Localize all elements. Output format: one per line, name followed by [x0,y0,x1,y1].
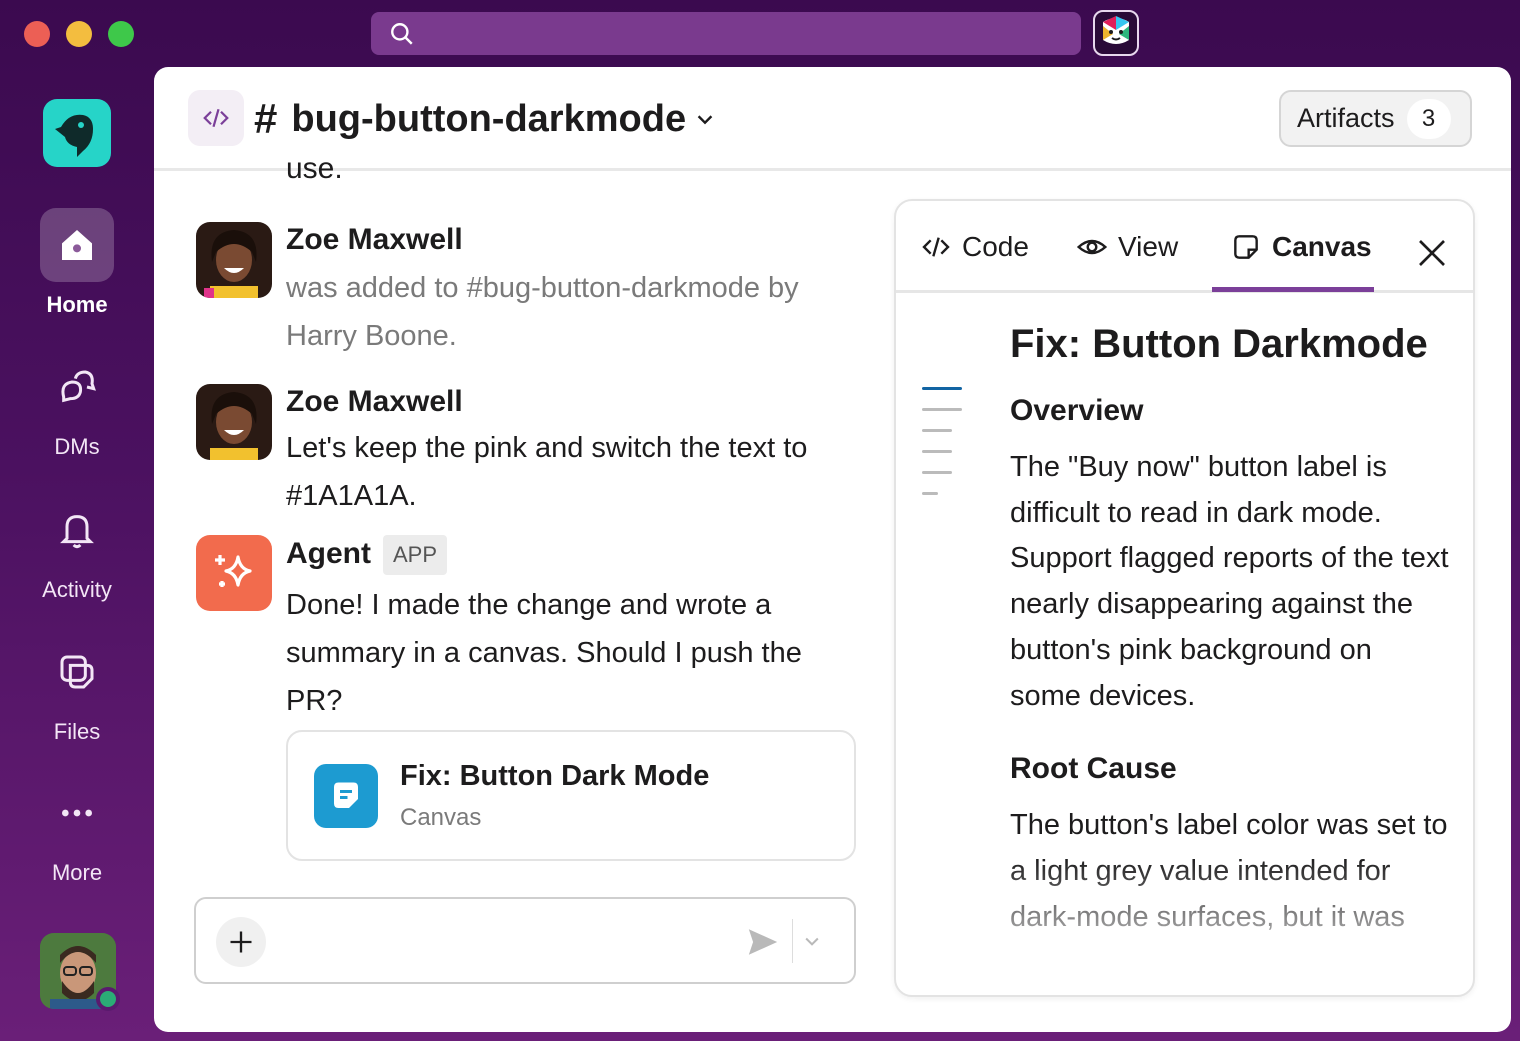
previous-message-tail: use. [286,152,343,181]
canvas-file-icon [314,764,378,828]
zoe-avatar-image [196,222,272,298]
agent-avatar[interactable] [196,535,272,611]
minimize-window-button[interactable] [66,21,92,47]
tab-canvas[interactable]: Canvas [1230,231,1372,263]
workspace-logo[interactable] [43,99,111,167]
sidebar-item-label: Activity [42,577,112,602]
close-window-button[interactable] [24,21,50,47]
add-attachment-button[interactable] [216,917,266,967]
sparkle-icon [215,555,252,587]
maximize-window-button[interactable] [108,21,134,47]
root-cause-paragraph: The button's label color was set to a li… [1010,809,1448,933]
presence-status-badge [96,987,120,1011]
sidebar-item-dms[interactable]: DMs [0,350,154,460]
tab-view[interactable]: View [1076,231,1178,263]
artifact-tabs: Code View Canvas [896,201,1473,293]
bell-icon [60,515,94,549]
eye-icon [1076,239,1108,255]
more-icon [62,809,92,817]
avatar[interactable] [196,384,272,460]
artifacts-label: Artifacts [1297,103,1395,133]
search-input[interactable] [371,12,1081,55]
search-icon [391,23,413,45]
tab-label: Canvas [1272,231,1372,262]
channel-name: bug-button-darkmode [291,97,687,140]
channel-name-button[interactable]: # bug-button-darkmode [254,95,716,143]
message-author[interactable]: Zoe Maxwell [286,222,846,258]
message-text: Let's keep the pink and switch the text … [286,432,808,512]
sidebar-item-label: More [51,860,103,885]
assistant-icon [1103,16,1129,44]
code-icon [203,108,229,128]
document-title: Fix: Button Darkmode [1010,322,1428,366]
message-author[interactable]: Agent APP [286,535,846,575]
message-text: Done! I made the change and wrote a summ… [286,589,802,717]
attachment-type: Canvas [400,804,482,831]
attachment-title: Fix: Button Dark Mode [400,760,710,792]
close-icon[interactable] [1416,237,1448,269]
home-icon [62,230,92,260]
channel-type-button[interactable] [188,90,244,146]
artifact-panel: Code View Canvas Fix: Button Darkmode Ov… [894,199,1475,997]
overview-paragraph: The "Buy now" button label is difficult … [1010,451,1449,712]
tab-code[interactable]: Code [920,231,1029,263]
chevron-down-icon[interactable] [802,931,822,951]
send-icon[interactable] [746,925,780,959]
sidebar-item-label: Home [46,292,108,317]
document-outline[interactable] [922,387,962,513]
channel-hash: # [254,95,278,142]
chevron-down-icon [697,115,713,125]
sidebar-item-label: DMs [54,434,100,459]
dms-icon [61,370,96,403]
canvas-attachment-card[interactable]: Fix: Button Dark Mode Canvas [286,730,856,861]
active-tab-indicator [1212,287,1374,292]
assistant-button[interactable] [1093,10,1139,56]
artifacts-button[interactable]: Artifacts 3 [1279,90,1472,147]
channel-header: # bug-button-darkmode Artifacts 3 [154,67,1511,171]
message-author[interactable]: Zoe Maxwell [286,384,846,420]
app-badge: APP [383,535,448,575]
composer-divider [792,919,793,963]
canvas-document: Fix: Button Darkmode Overview The "Buy n… [1010,319,1450,940]
bird-icon [55,114,93,157]
sidebar-item-label: Files [53,719,101,744]
sidebar-item-home[interactable]: Home [0,208,154,318]
artifacts-count-badge: 3 [1406,98,1451,139]
avatar[interactable] [196,222,272,298]
message-text: was added to #bug-button-darkmode by Har… [286,272,799,352]
sidebar-item-more[interactable]: More [0,776,154,886]
files-icon [60,655,94,689]
sidebar-item-activity[interactable]: Activity [0,493,154,603]
sidebar-item-files[interactable]: Files [0,635,154,745]
message-composer[interactable] [194,897,856,984]
section-heading-root-cause: Root Cause [1010,752,1177,786]
canvas-icon [1234,235,1258,259]
zoe-avatar-image [196,384,272,460]
tab-label: Code [962,231,1029,262]
code-icon [922,237,950,257]
channel-view: # bug-button-darkmode Artifacts 3 use. Z… [154,67,1511,1032]
plus-icon [230,931,252,953]
tab-label: View [1118,231,1179,262]
agent-name: Agent [286,536,371,570]
section-heading-overview: Overview [1010,394,1144,427]
